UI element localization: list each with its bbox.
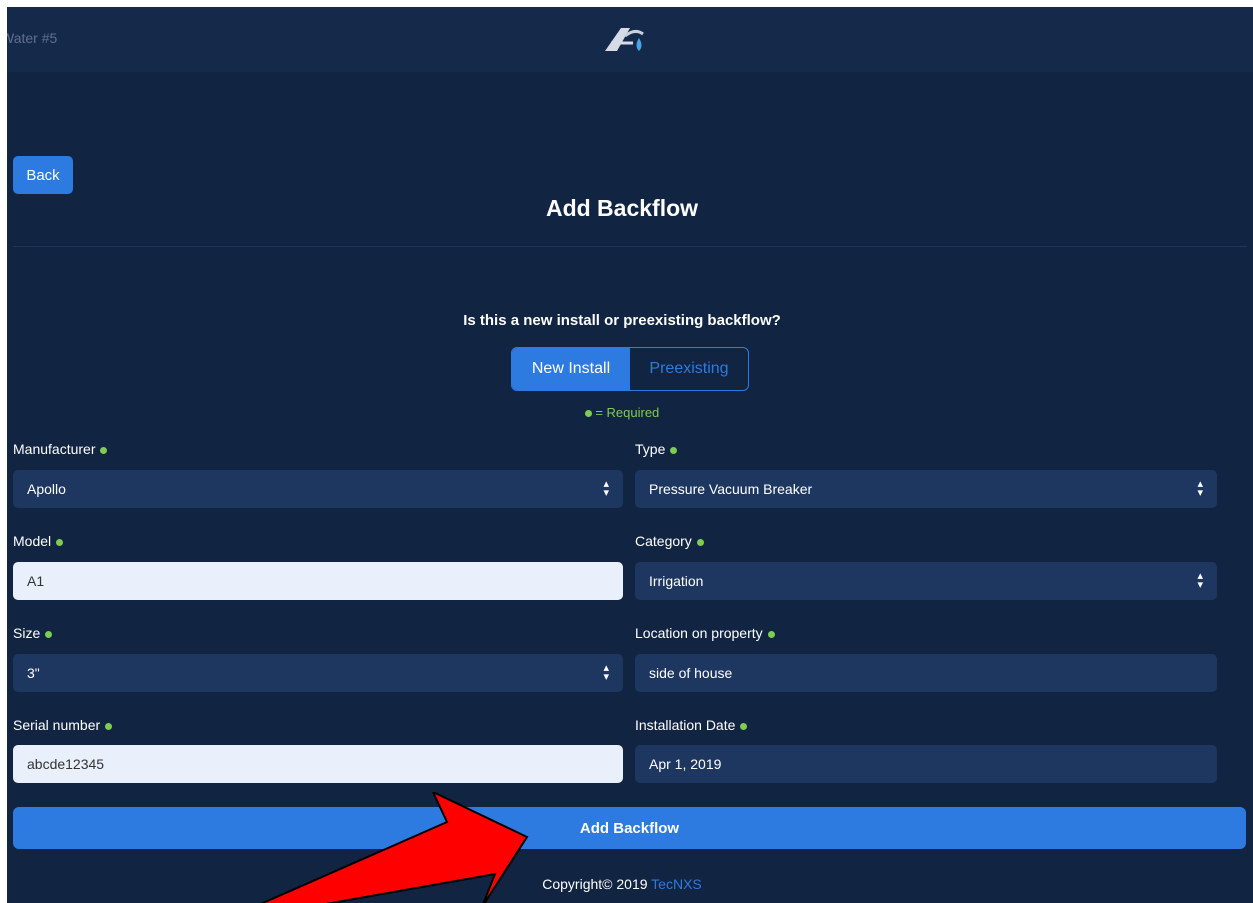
- select-caret-icon: ▴ ▾: [603, 478, 609, 499]
- nav-title: Water #5: [7, 30, 58, 46]
- required-dot-icon: [740, 722, 748, 730]
- manufacturer-select[interactable]: Apollo ▴ ▾: [13, 470, 623, 508]
- required-note-text: = Required: [595, 405, 660, 420]
- location-input[interactable]: side of house: [635, 654, 1217, 692]
- install-date-input[interactable]: Apr 1, 2019: [635, 745, 1217, 783]
- annotation-arrow-icon: [260, 792, 529, 903]
- select-caret-icon: ▴ ▾: [1197, 478, 1203, 499]
- manufacturer-label: Manufacturer: [13, 441, 108, 457]
- required-dot-icon: [584, 410, 592, 418]
- category-label: Category: [635, 533, 704, 549]
- category-select[interactable]: Irrigation ▴ ▾: [635, 562, 1217, 600]
- water-drop-logo-icon[interactable]: [603, 25, 649, 55]
- back-button[interactable]: Back: [13, 156, 73, 194]
- required-dot-icon: [767, 630, 775, 638]
- type-label: Type: [635, 441, 678, 457]
- required-dot-icon: [100, 446, 108, 454]
- install-question: Is this a new install or preexisting bac…: [463, 312, 781, 329]
- type-select[interactable]: Pressure Vacuum Breaker ▴ ▾: [635, 470, 1217, 508]
- page-title: Add Backflow: [545, 195, 699, 221]
- size-select[interactable]: 3" ▴ ▾: [13, 654, 623, 692]
- model-label: Model: [13, 533, 64, 549]
- required-dot-icon: [45, 630, 53, 638]
- new-install-button[interactable]: New Install: [512, 348, 630, 390]
- brand-link[interactable]: TecNXS: [651, 876, 702, 892]
- preexisting-button[interactable]: Preexisting: [630, 348, 748, 390]
- location-label: Location on property: [635, 625, 775, 641]
- required-dot-icon: [105, 722, 113, 730]
- app-container: Water #5 Back Add Backflow Is this a new…: [7, 7, 1253, 903]
- model-input[interactable]: A1: [13, 562, 623, 600]
- navbar: Water #5: [7, 7, 1253, 72]
- required-dot-icon: [670, 446, 678, 454]
- select-caret-icon: ▴ ▾: [1197, 570, 1203, 591]
- size-label: Size: [13, 625, 53, 641]
- install-type-toggle: New Install Preexisting: [511, 347, 749, 391]
- serial-label: Serial number: [13, 717, 113, 733]
- required-dot-icon: [56, 538, 64, 546]
- add-backflow-button[interactable]: Add Backflow: [13, 807, 1246, 849]
- select-caret-icon: ▴ ▾: [603, 662, 609, 683]
- required-dot-icon: [696, 538, 704, 546]
- divider: [13, 246, 1247, 247]
- required-note: = Required: [7, 405, 1237, 420]
- serial-input[interactable]: abcde12345: [13, 745, 623, 783]
- footer: Copyright© 2019 TecNXS: [542, 876, 702, 892]
- install-date-label: Installation Date: [635, 717, 748, 733]
